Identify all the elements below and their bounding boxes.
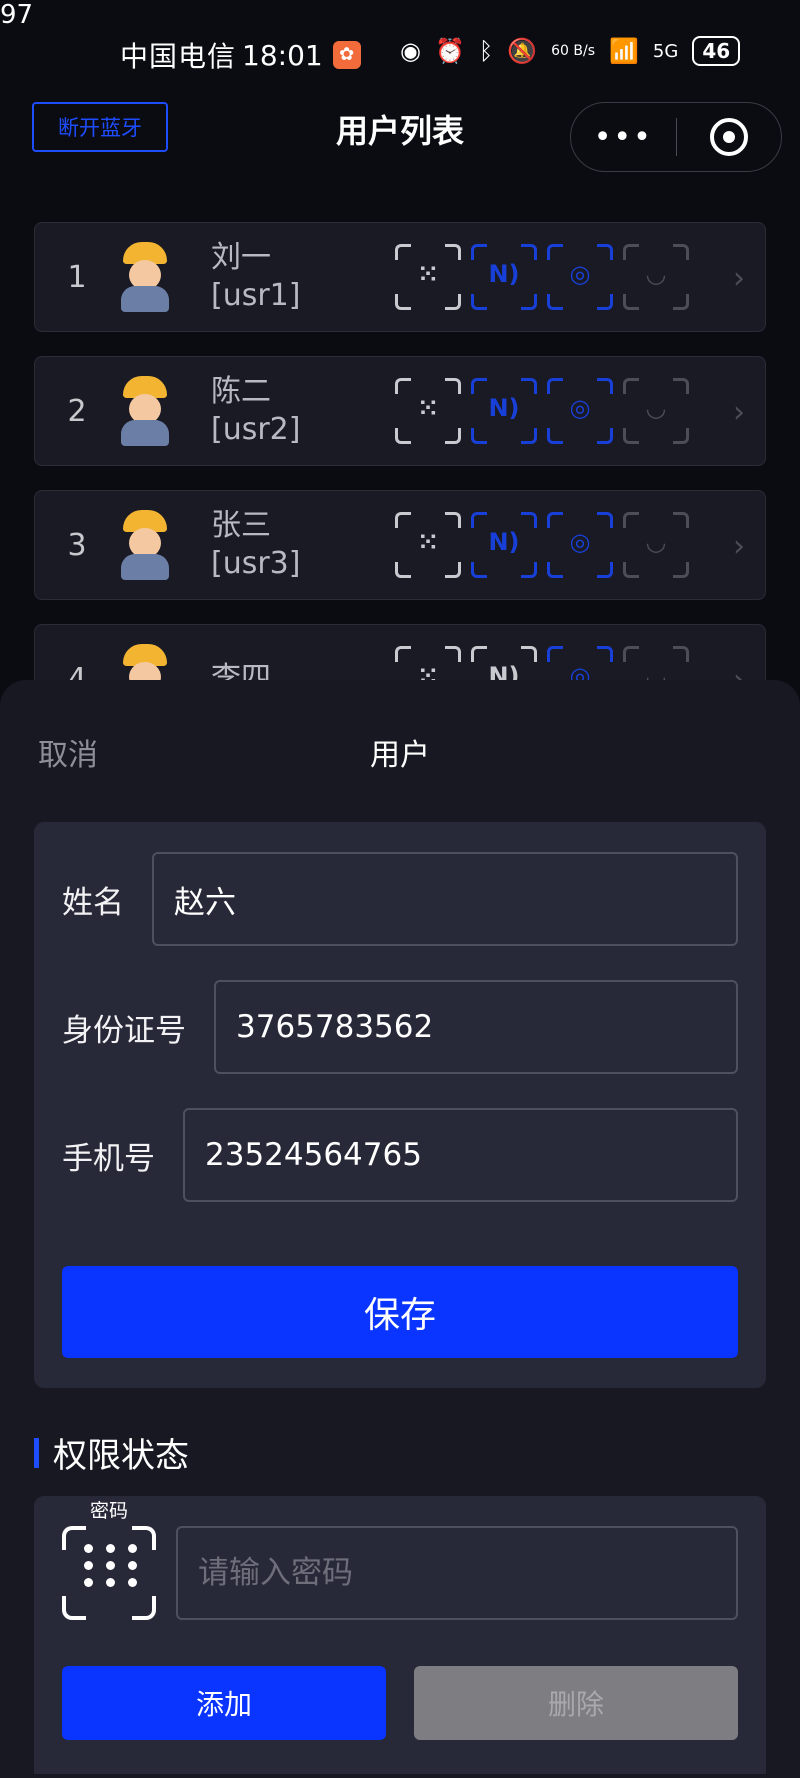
nfc-card-icon: N)	[471, 244, 537, 310]
worker-avatar-icon	[119, 376, 171, 446]
password-icon: ⁙	[395, 378, 461, 444]
user-id: [usr2]	[211, 412, 301, 447]
password-icon: ⁙	[395, 512, 461, 578]
phone-label: 手机号	[62, 1140, 155, 1177]
user-name: 张三	[211, 508, 271, 543]
nfc-card-icon: N)	[471, 512, 537, 578]
name-field-row: 姓名 赵六	[62, 852, 738, 946]
bluetooth-icon: ᛒ	[478, 37, 494, 65]
chevron-right-icon: ›	[733, 395, 745, 430]
corner-number: 97	[0, 0, 34, 30]
network-speed: 60 B/s	[551, 43, 596, 59]
permission-icons: ⁙ N) ◎ ◡	[395, 378, 689, 444]
status-bar: 中国电信 18:01 ✿ ◉ ⏰ ᛒ 🔕 60 B/s 📶 5G 46	[120, 30, 800, 80]
user-index: 3	[67, 527, 87, 563]
user-names: 张三 [usr3]	[211, 507, 395, 583]
save-button[interactable]: 保存	[62, 1266, 738, 1358]
face-icon: ◡	[623, 512, 689, 578]
password-permission-card: 密码 添加 删除	[34, 1496, 766, 1774]
worker-avatar-icon	[119, 242, 171, 312]
user-id: [usr3]	[211, 546, 301, 581]
delete-button[interactable]: 删除	[414, 1666, 738, 1740]
nfc-card-icon: N)	[471, 378, 537, 444]
battery-icon: 46	[692, 36, 741, 66]
close-mini-program-button[interactable]	[677, 118, 782, 156]
eye-icon: ◉	[400, 37, 421, 65]
chevron-right-icon: ›	[733, 261, 745, 296]
carrier-name: 中国电信	[120, 40, 237, 73]
user-index: 2	[67, 393, 87, 429]
app-notification-icon: ✿	[332, 41, 361, 69]
network-type: 5G	[652, 40, 679, 62]
status-icons: ◉ ⏰ ᛒ 🔕 60 B/s 📶 5G 46	[400, 36, 741, 66]
idcard-input[interactable]: 3765783562	[214, 980, 738, 1074]
worker-avatar-icon	[119, 510, 171, 580]
user-list: 1 刘一 [usr1] ⁙ N) ◎ ◡ › 2 陈二 [usr2] ⁙ N) …	[34, 222, 766, 758]
idcard-field-row: 身份证号 3765783562	[62, 980, 738, 1074]
idcard-label: 身份证号	[62, 1012, 186, 1049]
user-name: 刘一	[211, 240, 271, 275]
permission-icons: ⁙ N) ◎ ◡	[395, 244, 689, 310]
nav-bar: 断开蓝牙 用户列表 •••	[0, 100, 800, 180]
list-item[interactable]: 3 张三 [usr3] ⁙ N) ◎ ◡ ›	[34, 490, 766, 600]
fingerprint-icon: ◎	[547, 244, 613, 310]
list-item[interactable]: 1 刘一 [usr1] ⁙ N) ◎ ◡ ›	[34, 222, 766, 332]
chevron-right-icon: ›	[733, 529, 745, 564]
permission-icons: ⁙ N) ◎ ◡	[395, 512, 689, 578]
user-form: 姓名 赵六 身份证号 3765783562 手机号 23524564765 保存	[34, 822, 766, 1388]
phone-field-row: 手机号 23524564765	[62, 1108, 738, 1202]
permission-heading: 权限状态	[34, 1428, 189, 1477]
alarm-icon: ⏰	[434, 37, 465, 65]
user-names: 陈二 [usr2]	[211, 373, 395, 449]
more-menu-button[interactable]: •••	[571, 120, 676, 155]
password-input[interactable]	[176, 1526, 738, 1620]
fingerprint-icon: ◎	[547, 378, 613, 444]
name-label: 姓名	[62, 884, 124, 921]
user-name: 陈二	[211, 374, 271, 409]
add-button[interactable]: 添加	[62, 1666, 386, 1740]
password-icon: ⁙	[395, 244, 461, 310]
fingerprint-icon: ◎	[547, 512, 613, 578]
sheet-title: 用户	[370, 738, 430, 773]
password-label: 密码	[90, 1500, 129, 1522]
face-icon: ◡	[623, 378, 689, 444]
wifi-icon: 📶	[609, 37, 639, 65]
user-index: 1	[67, 259, 87, 295]
mute-icon: 🔕	[507, 37, 538, 65]
list-item[interactable]: 2 陈二 [usr2] ⁙ N) ◎ ◡ ›	[34, 356, 766, 466]
password-keypad-icon	[62, 1526, 156, 1620]
mini-program-capsule: •••	[570, 102, 782, 172]
clock: 18:01	[242, 38, 323, 72]
name-input[interactable]: 赵六	[152, 852, 738, 946]
user-names: 刘一 [usr1]	[211, 239, 395, 315]
target-icon	[709, 118, 748, 156]
phone-input[interactable]: 23524564765	[183, 1108, 738, 1202]
user-id: [usr1]	[211, 278, 301, 313]
heading-accent-bar	[34, 1437, 39, 1468]
permission-heading-text: 权限状态	[53, 1436, 189, 1476]
face-icon: ◡	[623, 244, 689, 310]
user-edit-sheet: 取消 用户 姓名 赵六 身份证号 3765783562 手机号 23524564…	[0, 680, 800, 1778]
